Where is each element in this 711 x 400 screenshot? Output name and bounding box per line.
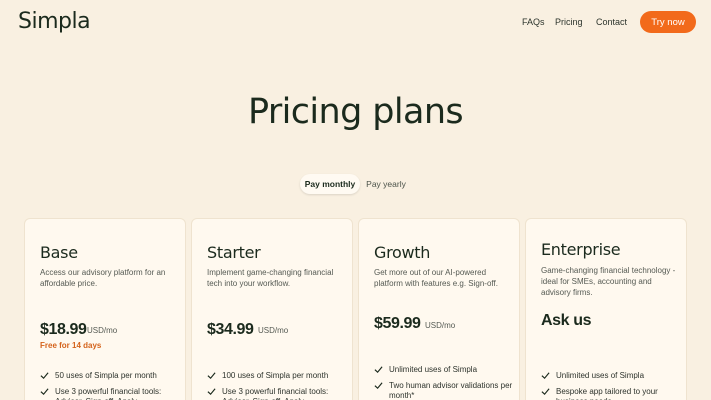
feature-item: Bespoke app tailored to your business ne… <box>541 387 681 400</box>
feature-text: Use 3 powerful financial tools: Advisor,… <box>55 387 162 400</box>
check-icon <box>374 366 383 374</box>
plan-description: Game-changing financial technology - ide… <box>541 266 676 297</box>
billing-toggle: Pay monthly Pay yearly <box>298 174 414 194</box>
feature-item: 50 uses of Simpla per month <box>40 371 180 381</box>
plan-card-starter: Starter Implement game-changing financia… <box>191 218 353 400</box>
plan-name: Enterprise <box>541 240 621 259</box>
plan-price: $18.99 <box>40 321 87 338</box>
price-unit: USD/mo <box>87 326 118 335</box>
price-unit: USD/mo <box>425 321 456 330</box>
feature-item: Two human advisor validations per month* <box>374 381 514 400</box>
nav-link-faqs[interactable]: FAQs <box>522 17 545 27</box>
plan-name: Starter <box>207 243 261 262</box>
check-icon <box>40 388 49 396</box>
check-icon <box>541 388 550 396</box>
feature-text: Unlimited uses of Simpla <box>389 365 478 374</box>
nav-link-contact[interactable]: Contact <box>596 17 627 27</box>
feature-item: Use 3 powerful financial tools: Advisor,… <box>40 387 180 400</box>
plan-card-enterprise: Enterprise Game-changing financial techn… <box>525 218 687 400</box>
plan-description: Implement game-changing financial tech i… <box>207 268 334 288</box>
feature-item: 100 uses of Simpla per month <box>207 371 347 381</box>
price-unit: USD/mo <box>258 326 289 335</box>
feature-item: Use 3 powerful financial tools: Advisor,… <box>207 387 347 400</box>
pay-yearly-option[interactable]: Pay yearly <box>362 174 410 194</box>
nav-link-pricing[interactable]: Pricing <box>555 17 583 27</box>
feature-text: Two human advisor validations per month* <box>389 381 513 400</box>
plan-description: Access our advisory platform for an affo… <box>40 268 166 288</box>
check-icon <box>207 372 216 380</box>
plan-description: Get more out of our AI-powered platform … <box>374 268 498 288</box>
simpla-logo[interactable]: Simpla <box>18 9 91 34</box>
feature-item: Unlimited uses of Simpla <box>541 371 681 381</box>
feature-item: Unlimited uses of Simpla <box>374 365 514 375</box>
check-icon <box>40 372 49 380</box>
feature-text: 50 uses of Simpla per month <box>55 371 157 380</box>
check-icon <box>374 382 383 390</box>
plan-name: Growth <box>374 243 431 262</box>
plan-name: Base <box>40 243 78 262</box>
plan-price: $34.99 <box>207 321 254 338</box>
feature-text: Use 3 powerful financial tools: Advisor,… <box>222 387 329 400</box>
plan-card-base: Base Access our advisory platform for an… <box>24 218 186 400</box>
check-icon <box>541 372 550 380</box>
page-title: Pricing plans <box>247 92 464 132</box>
feature-text: 100 uses of Simpla per month <box>222 371 329 380</box>
pay-monthly-option[interactable]: Pay monthly <box>300 174 360 194</box>
plan-card-growth: Growth Get more out of our AI-powered pl… <box>358 218 520 400</box>
plan-price: $59.99 <box>374 315 421 332</box>
trial-note: Free for 14 days <box>40 341 102 350</box>
top-navbar: Simpla FAQs Pricing Contact Try now <box>0 0 711 44</box>
feature-text: Bespoke app tailored to your business ne… <box>556 387 658 400</box>
feature-text: Unlimited uses of Simpla <box>556 371 645 380</box>
try-now-button[interactable]: Try now <box>640 11 696 33</box>
plan-price: Ask us <box>541 312 592 329</box>
check-icon <box>207 388 216 396</box>
